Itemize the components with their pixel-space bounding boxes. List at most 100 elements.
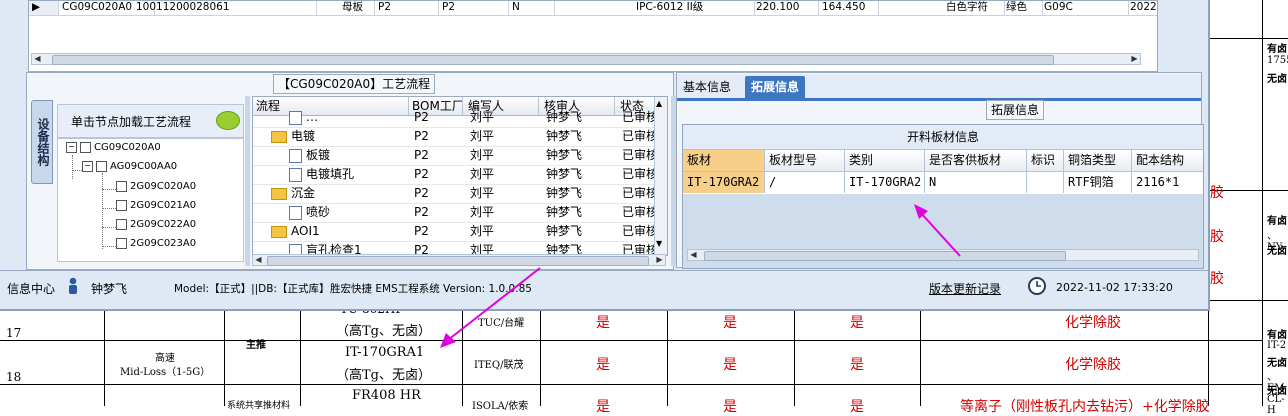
collapse-icon[interactable]: −	[66, 141, 77, 153]
tree-node[interactable]: 2G09C023A0	[116, 237, 196, 251]
scroll-right-icon[interactable]: ▶	[1129, 54, 1140, 64]
column-header[interactable]: 类别	[845, 150, 925, 171]
cell-factory[interactable]: P2	[411, 184, 464, 203]
column-header[interactable]: 配本结构	[1132, 150, 1203, 171]
table-row[interactable]: 沉金 P2 刘平 钟梦飞 已审核	[253, 184, 667, 204]
cell[interactable]: IT-170GRA2	[845, 172, 925, 193]
scroll-left-icon[interactable]: ◀	[32, 54, 43, 64]
datetime-text: 2022-11-02 17:33:20	[1056, 281, 1173, 294]
cell-writer[interactable]: 刘平	[467, 222, 540, 241]
tree-node[interactable]: 2G09C020A0	[116, 180, 196, 194]
table-row[interactable]: … P2 刘平 钟梦飞 已审核	[253, 108, 667, 128]
cell-reviewer[interactable]: 钟梦飞	[543, 108, 616, 127]
table-row[interactable]: 电镀 P2 刘平 钟梦飞 已审核	[253, 127, 667, 147]
horizontal-scrollbar[interactable]: ◀ ▶	[31, 53, 1141, 65]
cell[interactable]: N	[509, 1, 555, 15]
process-step[interactable]: AOI1	[253, 222, 421, 241]
cell[interactable]: IPC-6012 II级	[633, 1, 755, 15]
equipment-structure-tab[interactable]: 设备结构	[31, 100, 53, 184]
cell[interactable]: /	[765, 172, 845, 193]
cell[interactable]: 10011200028061	[133, 1, 317, 15]
column-header[interactable]: 板材	[683, 150, 765, 171]
table-row[interactable]: 板镀 P2 刘平 钟梦飞 已审核	[253, 146, 667, 166]
cell[interactable]: 2022	[1127, 1, 1157, 15]
cell[interactable]: 绿色	[1003, 1, 1043, 15]
column-header[interactable]: 标识	[1027, 150, 1064, 171]
scroll-down-icon[interactable]: ▼	[656, 239, 662, 248]
cell-writer[interactable]: 刘平	[467, 108, 540, 127]
scroll-thumb[interactable]	[52, 55, 1054, 65]
cell[interactable]: N	[925, 172, 1027, 193]
info-tabs: 基本信息 拓展信息	[677, 74, 1201, 98]
cell-writer[interactable]: 刘平	[467, 127, 540, 146]
scroll-thumb[interactable]	[267, 256, 649, 266]
supplier-text: TUC/台耀	[478, 318, 525, 329]
splitter[interactable]	[245, 96, 250, 266]
table-row[interactable]: 喷砂 P2 刘平 钟梦飞 已审核	[253, 203, 667, 223]
note-text: 无卤	[1267, 246, 1287, 257]
tree-node[interactable]: 2G09C021A0	[116, 199, 196, 213]
structure-tree[interactable]: − CG09C020A0 − AG09C00AA0 2G09C020A0 2G09C…	[57, 138, 244, 262]
cell[interactable]: 母板	[339, 1, 375, 15]
cell[interactable]: P2	[439, 1, 509, 15]
table-row[interactable]: ▶ CG09C020A0 10011200028061 母板 P2 P2 N I…	[29, 1, 1157, 16]
table-row[interactable]: 电镀填孔 P2 刘平 钟梦飞 已审核	[253, 165, 667, 185]
vertical-scrollbar[interactable]: ▲ ▼	[654, 97, 667, 255]
cell-factory[interactable]: P2	[411, 146, 464, 165]
cell[interactable]: P2	[375, 1, 439, 15]
order-grid[interactable]: ▶ CG09C020A0 10011200028061 母板 P2 P2 N I…	[28, 0, 1158, 72]
process-grid[interactable]: 流程 BOM工厂 编写人 核审人 状态 … P2 刘平 钟梦飞 已审核 电镀 P2 刘平 钟梦飞…	[252, 96, 668, 256]
table-row[interactable]: IT-170GRA2 / IT-170GRA2 N RTF铜箔 2116*1	[683, 172, 1203, 194]
tree-node-label: 2G09C020A0	[130, 181, 197, 192]
tab-basic-info[interactable]: 基本信息	[677, 76, 737, 98]
column-header[interactable]: 板材型号	[765, 150, 845, 171]
cell[interactable]: 164.450	[819, 1, 879, 15]
column-header[interactable]: 铜箔类型	[1064, 150, 1132, 171]
tab-extended-info[interactable]: 拓展信息	[745, 76, 806, 98]
cell[interactable]: IT-170GRA2	[683, 172, 765, 193]
column-header[interactable]: 是否客供板材	[925, 150, 1027, 171]
cell-factory[interactable]: P2	[411, 222, 464, 241]
horizontal-scrollbar[interactable]: ◀	[687, 249, 1199, 261]
tree-node[interactable]: 2G09C022A0	[116, 218, 196, 232]
cell[interactable]: RTF铜箔	[1064, 172, 1132, 193]
process-step[interactable]: 沉金	[253, 184, 421, 203]
cell-writer[interactable]: 刘平	[467, 165, 540, 184]
cell[interactable]: 2116*1	[1132, 172, 1203, 193]
cell[interactable]: G09C	[1041, 1, 1129, 15]
cell[interactable]	[1027, 172, 1064, 193]
info-center-label[interactable]: 信息中心	[7, 280, 55, 297]
cell-factory[interactable]: P2	[411, 127, 464, 146]
cell-reviewer[interactable]: 钟梦飞	[543, 203, 616, 222]
cell-factory[interactable]: P2	[411, 165, 464, 184]
cell-writer[interactable]: 刘平	[467, 146, 540, 165]
cell-reviewer[interactable]: 钟梦飞	[543, 127, 616, 146]
process-step[interactable]: 电镀	[253, 127, 421, 146]
scroll-thumb[interactable]	[704, 251, 1066, 261]
cell-writer[interactable]: 刘平	[467, 203, 540, 222]
scroll-up-icon[interactable]: ▲	[656, 99, 662, 108]
row-selector-icon[interactable]: ▶	[29, 1, 59, 15]
scroll-left-icon[interactable]: ◀	[253, 255, 264, 265]
cell-reviewer[interactable]: 钟梦飞	[543, 146, 616, 165]
cell-reviewer[interactable]: 钟梦飞	[543, 222, 616, 241]
cell-factory[interactable]: P2	[411, 203, 464, 222]
tree-node-root[interactable]: − CG09C020A0	[66, 141, 161, 155]
cell-reviewer[interactable]: 钟梦飞	[543, 184, 616, 203]
scroll-right-icon[interactable]: ▶	[654, 255, 665, 265]
cell-writer[interactable]: 刘平	[467, 184, 540, 203]
yes-text: 是	[850, 315, 864, 331]
cell[interactable]: 白色字符	[943, 1, 1005, 15]
scroll-left-icon[interactable]: ◀	[688, 250, 699, 260]
tree-node[interactable]: − AG09C00AA0	[82, 160, 177, 174]
splitter[interactable]	[671, 96, 676, 266]
material-grid[interactable]: 开料板材信息 板材 板材型号 类别 是否客供板材 标识 铜箔类型 配本结构 IT…	[682, 124, 1204, 269]
current-user: 钟梦飞	[91, 282, 128, 296]
version-history-link[interactable]: 版本更新记录	[929, 280, 1001, 297]
cell-reviewer[interactable]: 钟梦飞	[543, 165, 616, 184]
cell-factory[interactable]: P2	[411, 108, 464, 127]
cell[interactable]: 220.100	[753, 1, 819, 15]
collapse-icon[interactable]: −	[82, 160, 93, 172]
horizontal-scrollbar[interactable]: ◀ ▶	[252, 254, 666, 266]
table-row[interactable]: AOI1 P2 刘平 钟梦飞 已审核	[253, 222, 667, 242]
